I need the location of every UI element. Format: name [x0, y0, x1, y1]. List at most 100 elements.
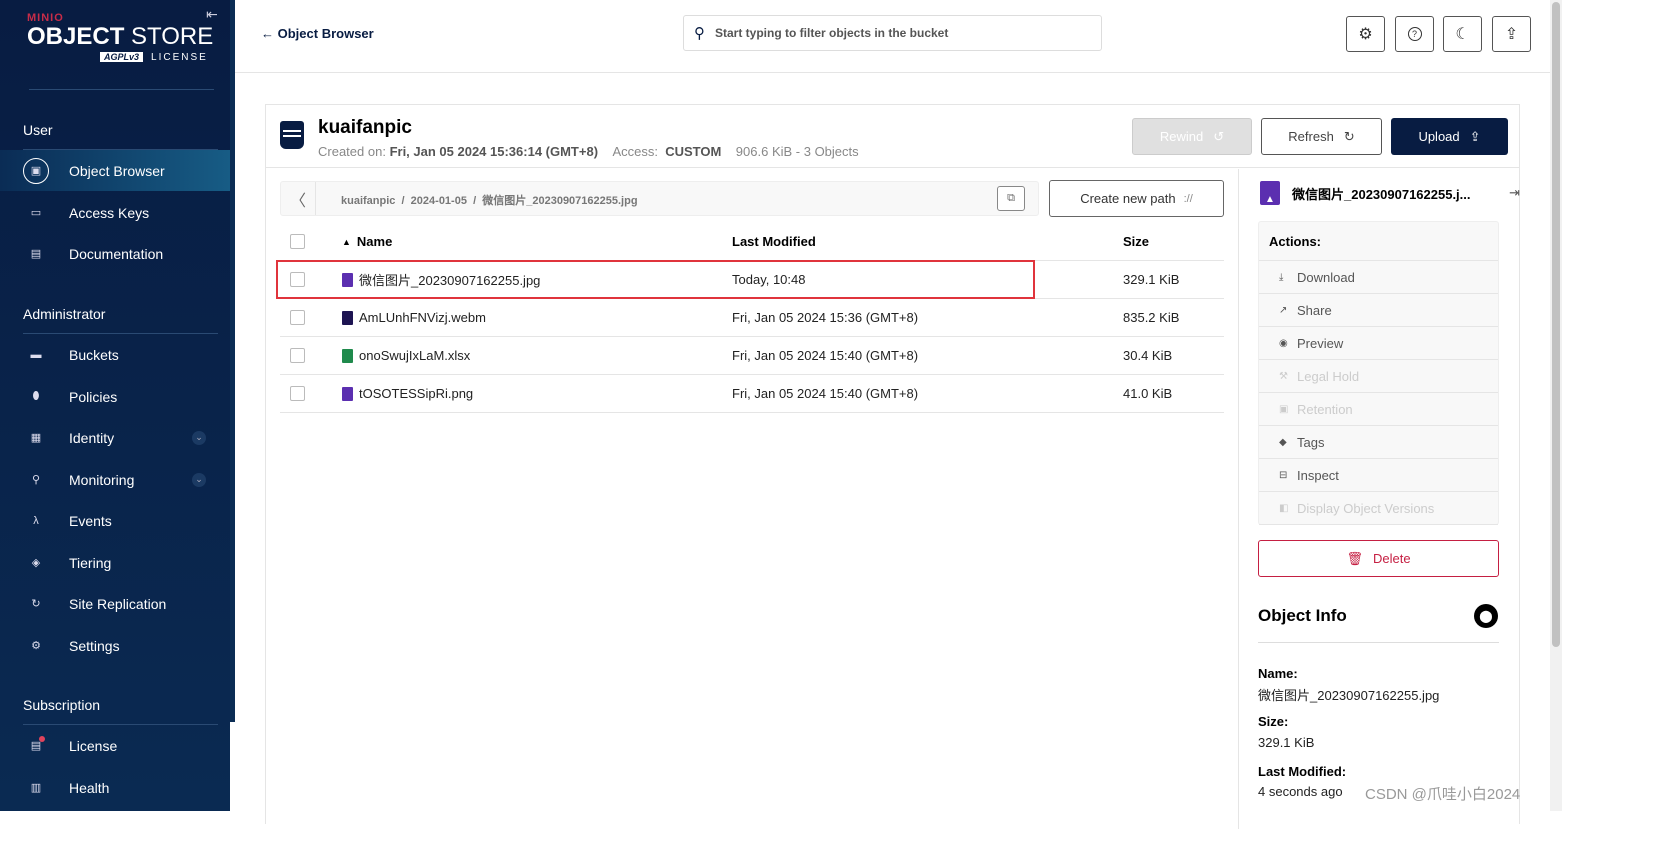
access-value: CUSTOM — [665, 144, 722, 159]
bucket-icon: ▬ — [30, 348, 42, 361]
row-checkbox[interactable] — [290, 337, 305, 374]
refresh-icon: ↻ — [1343, 128, 1355, 144]
help-icon: ? — [1407, 27, 1422, 41]
sidebar-item-tiering[interactable]: ◈ Tiering — [0, 542, 230, 583]
breadcrumb-path[interactable]: kuaifanpic / 2024-01-05 / 微信图片_202309071… — [341, 192, 638, 208]
delete-button[interactable]: 🗑 Delete — [1258, 540, 1499, 577]
action-inspect[interactable]: ⊟ Inspect — [1259, 459, 1498, 492]
sidebar-item-access-keys[interactable]: ▭ Access Keys — [0, 192, 230, 233]
row-checkbox[interactable] — [290, 299, 305, 336]
file-size: 835.2 KiB — [1123, 310, 1180, 325]
file-name[interactable]: AmLUnhFNVizj.webm — [359, 310, 486, 325]
scrollbar-thumb[interactable] — [1552, 2, 1560, 647]
table-row[interactable]: AmLUnhFNVizj.webm Fri, Jan 05 2024 15:36… — [280, 299, 1224, 337]
column-modified[interactable]: Last Modified — [732, 223, 816, 260]
sidebar-item-events[interactable]: λ Events — [0, 500, 230, 541]
image-file-icon: ▲ — [1260, 181, 1280, 205]
create-new-path-button[interactable]: Create new path:// — [1049, 180, 1224, 217]
download-icon: ⤓ — [1279, 271, 1284, 283]
section-user: User — [23, 122, 53, 138]
table-row[interactable]: tOSOTESSipRi.png Fri, Jan 05 2024 15:40 … — [280, 375, 1224, 413]
refresh-button[interactable]: Refresh ↻ — [1261, 118, 1382, 155]
section-subscription: Subscription — [23, 697, 101, 713]
share-icon: ↗ — [1279, 304, 1288, 316]
object-info-icon[interactable]: ⬤ — [1474, 604, 1498, 628]
sidebar-item-monitoring[interactable]: ⚲ Monitoring ⌄ — [0, 459, 230, 500]
object-info-title: Object Info — [1258, 606, 1347, 625]
divider — [1258, 642, 1499, 643]
logo-product: OBJECT STORE — [27, 24, 213, 50]
action-legal-hold[interactable]: ⚒ Legal Hold — [1259, 360, 1498, 393]
breadcrumb-back-button[interactable]: 〈 — [281, 182, 316, 215]
health-icon: ▥ — [30, 782, 42, 794]
settings-button[interactable]: ⚙ — [1346, 16, 1385, 52]
license-text: LICENSE — [151, 52, 208, 63]
sidebar-item-license[interactable]: ▤ License — [0, 725, 230, 766]
details-filename: 微信图片_20230907162255.j... — [1292, 186, 1471, 202]
actions-panel: Actions: ⤓ Download ↗ Share ◉ Preview ⚒ Legal H… — [1258, 221, 1499, 525]
sidebar-item-label: Site Replication — [69, 595, 167, 612]
select-all-checkbox[interactable] — [290, 223, 305, 260]
action-label: Share — [1297, 302, 1332, 318]
column-name-label: Name — [356, 234, 393, 249]
logo-license: AGPLv3 LICENSE — [100, 52, 208, 63]
file-name[interactable]: tOSOTESSipRi.png — [359, 386, 473, 401]
action-share[interactable]: ↗ Share — [1259, 294, 1498, 327]
modified-label: Last Modified: — [1258, 764, 1347, 779]
size-label: Size: — [1258, 714, 1289, 729]
logo-product-light: STORE — [131, 23, 214, 50]
chevron-down-icon[interactable]: ⌄ — [192, 430, 206, 445]
action-tags[interactable]: ◆ Tags — [1259, 426, 1498, 459]
sidebar-item-label: Object Browser — [69, 162, 165, 179]
chevron-left-icon: 〈 — [289, 192, 306, 210]
file-name[interactable]: onoSwujIxLaM.xlsx — [359, 348, 470, 363]
upload-button[interactable]: Upload ⇪ — [1391, 118, 1508, 155]
access-label: Access: — [612, 144, 658, 159]
object-browser-icon: ▣ — [23, 157, 49, 184]
section-administrator: Administrator — [23, 306, 106, 322]
sidebar-item-buckets[interactable]: ▬ Buckets — [0, 334, 230, 375]
action-retention[interactable]: ▣ Retention — [1259, 393, 1498, 426]
action-download[interactable]: ⤓ Download — [1259, 261, 1498, 294]
name-value: 微信图片_20230907162255.jpg — [1258, 688, 1440, 703]
action-preview[interactable]: ◉ Preview — [1259, 327, 1498, 360]
column-name[interactable]: ▲ Name — [342, 223, 392, 260]
file-size: 329.1 KiB — [1123, 272, 1180, 287]
sidebar-item-label: Settings — [69, 637, 120, 654]
sidebar-item-identity[interactable]: ▦ Identity ⌄ — [0, 417, 230, 458]
refresh-label: Refresh — [1288, 129, 1334, 144]
sidebar-item-documentation[interactable]: ▤ Documentation — [0, 233, 230, 274]
back-to-object-browser[interactable]: ← Object Browser — [261, 26, 374, 41]
close-panel-icon[interactable]: ⇥ — [1509, 185, 1520, 201]
image-file-icon — [342, 386, 353, 401]
help-button[interactable]: ? — [1395, 16, 1434, 52]
new-path-icon: :// — [1183, 192, 1193, 205]
collapse-sidebar-icon[interactable]: ⇤ — [206, 6, 218, 23]
lambda-icon: λ — [33, 514, 39, 527]
shield-icon: ⬮ — [32, 390, 40, 402]
action-label: Tags — [1297, 434, 1325, 450]
sidebar-item-object-browser[interactable]: ▣ Object Browser — [0, 150, 230, 191]
sidebar-item-site-replication[interactable]: ↻ Site Replication — [0, 583, 230, 624]
sidebar-item-settings[interactable]: ⚙ Settings — [0, 625, 230, 666]
copy-path-button[interactable]: ⧉ — [997, 186, 1025, 211]
back-label: Object Browser — [277, 26, 374, 41]
column-size[interactable]: Size — [1123, 223, 1149, 260]
action-label: Preview — [1297, 335, 1344, 351]
dark-mode-button[interactable]: ☾ — [1443, 16, 1482, 52]
rewind-button[interactable]: Rewind ↺ — [1132, 118, 1252, 155]
sidebar-item-label: Health — [69, 779, 110, 796]
sidebar-item-policies[interactable]: ⬮ Policies — [0, 376, 230, 417]
sidebar-item-health[interactable]: ▥ Health — [0, 767, 230, 808]
gear-icon: ⚙ — [31, 640, 41, 652]
created-value: Fri, Jan 05 2024 15:36:14 (GMT+8) — [389, 144, 599, 159]
table-row[interactable]: onoSwujIxLaM.xlsx Fri, Jan 05 2024 15:40… — [280, 337, 1224, 375]
search-input[interactable]: ⚲ Start typing to filter objects in the b… — [683, 15, 1102, 51]
action-display-object-versions[interactable]: ◧ Display Object Versions — [1259, 492, 1498, 525]
file-modified: Fri, Jan 05 2024 15:36 (GMT+8) — [732, 310, 919, 325]
upload-header-button[interactable]: ⇪ — [1492, 16, 1531, 52]
row-checkbox[interactable] — [290, 375, 305, 412]
chevron-down-icon[interactable]: ⌄ — [192, 472, 206, 487]
action-label: Legal Hold — [1297, 368, 1360, 384]
video-file-icon — [342, 310, 353, 325]
